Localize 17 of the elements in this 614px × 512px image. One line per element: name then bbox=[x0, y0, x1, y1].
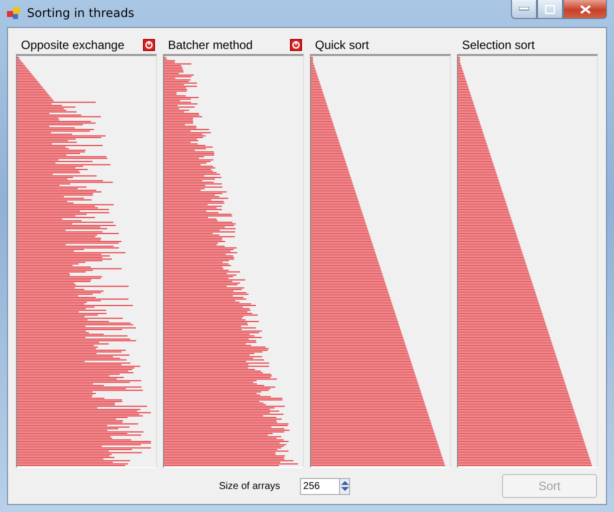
maximize-icon bbox=[545, 4, 555, 14]
panel-title: Opposite exchange bbox=[21, 38, 124, 52]
spin-arrows[interactable] bbox=[339, 478, 350, 494]
close-button[interactable] bbox=[563, 0, 607, 19]
panel-title: Batcher method bbox=[168, 38, 253, 52]
close-icon bbox=[580, 4, 590, 14]
size-field[interactable]: 256 bbox=[300, 478, 340, 494]
app-icon bbox=[7, 6, 21, 20]
stop-icon[interactable] bbox=[290, 39, 302, 51]
window-title: Sorting in threads bbox=[27, 6, 134, 20]
panel-title: Quick sort bbox=[315, 38, 370, 52]
maximize-button[interactable] bbox=[537, 0, 563, 19]
size-label: Size of arrays bbox=[219, 480, 280, 492]
panel-title: Selection sort bbox=[462, 38, 535, 52]
minimize-button[interactable] bbox=[511, 0, 537, 19]
minimize-icon bbox=[519, 7, 529, 11]
stop-icon[interactable] bbox=[143, 39, 155, 51]
